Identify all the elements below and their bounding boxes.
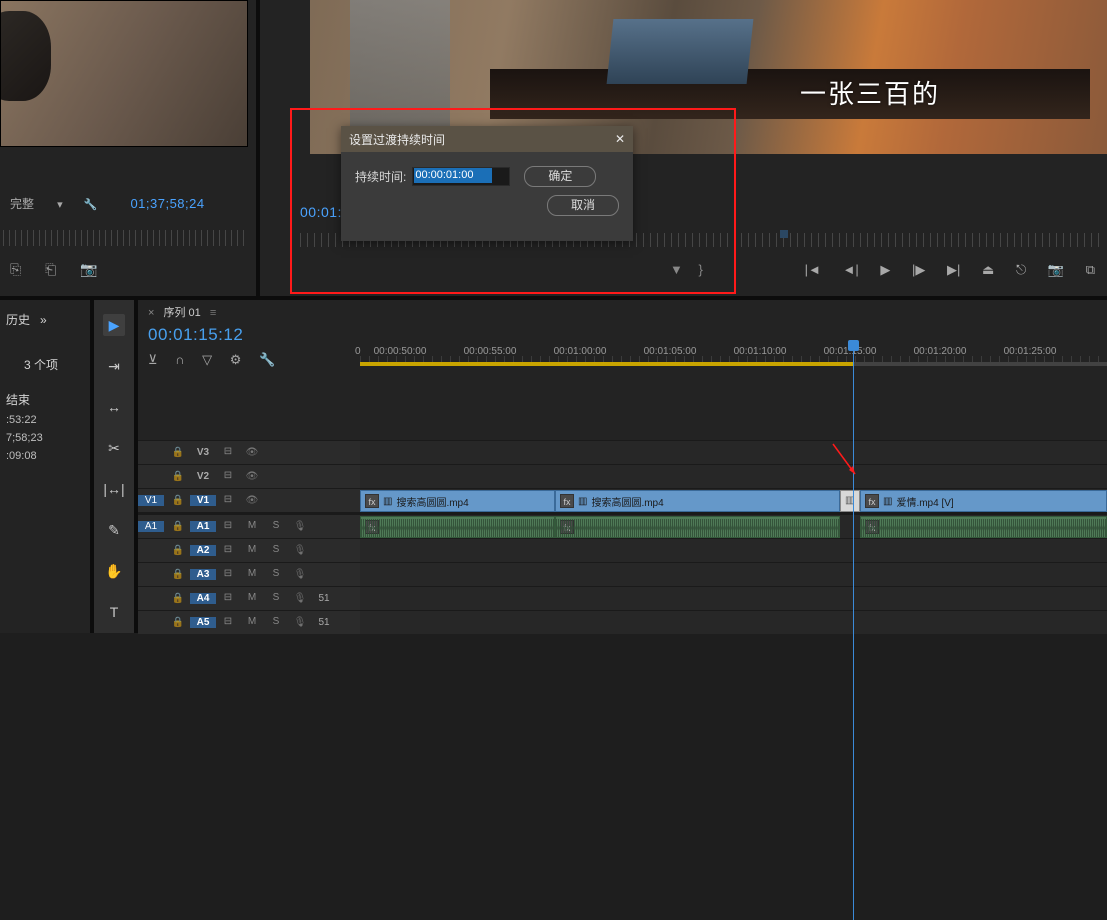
- source-monitor-preview[interactable]: [0, 0, 248, 147]
- fx-badge-icon[interactable]: fx: [865, 494, 879, 508]
- snap-icon[interactable]: ⊻: [148, 352, 158, 367]
- track-header-v3[interactable]: V3⊟: [138, 440, 360, 464]
- razor-tool-icon[interactable]: ✂: [103, 437, 125, 459]
- cancel-button[interactable]: 取消: [547, 195, 619, 216]
- video-clip[interactable]: fx▥爱情.mp4 [V]: [860, 490, 1107, 512]
- close-sequence-icon[interactable]: ×: [148, 307, 154, 319]
- slip-tool-icon[interactable]: |↔|: [103, 478, 125, 500]
- pen-tool-icon[interactable]: ✎: [103, 519, 125, 541]
- audio-clip[interactable]: fx: [555, 516, 840, 538]
- sequence-tab[interactable]: 序列 01: [164, 307, 201, 319]
- add-marker-icon[interactable]: ▼: [670, 262, 683, 277]
- step-back-icon[interactable]: ◄|: [843, 262, 859, 277]
- sequence-tabbar: × 序列 01 ≡: [138, 300, 1107, 322]
- program-marker-icons: ▼ }: [670, 262, 715, 277]
- go-to-in-icon[interactable]: |◄: [805, 262, 821, 277]
- track-lane-a4: [360, 586, 1107, 610]
- export-frame2-icon[interactable]: 📷: [1048, 262, 1064, 277]
- clips-area[interactable]: fx▥搜索高圆圆.mp4 fx▥搜索高圆圆.mp4 fx▥爱情.mp4 [V] …: [360, 440, 1107, 634]
- track-header-a1[interactable]: A1A1⊟MS: [138, 514, 360, 538]
- track-lane-a5: [360, 610, 1107, 634]
- history-tab[interactable]: 历史 »: [6, 311, 84, 328]
- track-header-v1[interactable]: V1V1⊟: [138, 488, 360, 512]
- wrench2-icon[interactable]: 🔧: [259, 352, 275, 367]
- lift-icon[interactable]: ⏏: [982, 262, 994, 277]
- add-marker2-icon[interactable]: ▽: [202, 352, 212, 367]
- overwrite-icon[interactable]: ⎗: [45, 261, 56, 277]
- track-lane-a2: [360, 538, 1107, 562]
- hand-tool-icon[interactable]: ✋: [103, 560, 125, 582]
- end-column-header[interactable]: 结束: [6, 391, 84, 408]
- track-select-tool-icon[interactable]: ⇥: [103, 355, 125, 377]
- sequence-menu-icon[interactable]: ≡: [210, 307, 216, 319]
- track-header-a3[interactable]: A3⊟MS: [138, 562, 360, 586]
- export-frame-icon[interactable]: 📷: [80, 261, 97, 277]
- video-clip[interactable]: fx▥搜索高圆圆.mp4: [360, 490, 555, 512]
- ok-button[interactable]: 确定: [524, 166, 596, 187]
- fx-badge-icon[interactable]: fx: [560, 494, 574, 508]
- extract-icon[interactable]: ⎋: [1016, 262, 1026, 277]
- source-mini-ruler[interactable]: [3, 230, 248, 246]
- video-clip[interactable]: fx▥搜索高圆圆.mp4: [555, 490, 840, 512]
- mark-out-bracket-icon[interactable]: }: [699, 262, 703, 277]
- type-tool-icon[interactable]: T: [103, 601, 125, 623]
- dialog-close-button[interactable]: ✕: [615, 132, 625, 146]
- dialog-title: 设置过渡持续时间: [349, 131, 445, 148]
- step-forward-icon[interactable]: |▶: [912, 262, 925, 277]
- track-lane-v2: [360, 464, 1107, 488]
- timeline-tools: ▶ ⇥ ↔ ✂ |↔| ✎ ✋ T: [94, 300, 134, 633]
- duration-input[interactable]: [412, 167, 510, 186]
- wrench-icon[interactable]: 🔧: [84, 199, 98, 211]
- timeline-panel: × 序列 01 ≡ 00:01:15:12 ⊻ ∩ ▽ ⚙ 🔧 0 00:00:…: [138, 300, 1107, 633]
- timeline-settings-icon[interactable]: ⚙: [230, 352, 242, 367]
- list-item[interactable]: :53:22: [6, 414, 84, 426]
- set-transition-duration-dialog: 设置过渡持续时间 ✕ 持续时间: 00:00:01:00 确定 取消: [341, 126, 633, 241]
- track-lane-a1: fx fx fx: [360, 514, 1107, 538]
- program-playhead-marker[interactable]: [780, 230, 788, 238]
- duration-label: 持续时间:: [355, 168, 406, 185]
- list-item[interactable]: 7;58;23: [6, 432, 84, 444]
- time-ruler[interactable]: 0 00:00:50:00 00:00:55:00 00:01:00:00 00…: [360, 342, 1107, 366]
- comparison-view-icon[interactable]: ⧉: [1086, 262, 1095, 277]
- track-lane-v3: [360, 440, 1107, 464]
- fx-badge-icon[interactable]: fx: [365, 494, 379, 508]
- history-panel: 历史 » 3 个项 结束 :53:22 7;58;23 :09:08: [0, 300, 90, 633]
- dialog-titlebar[interactable]: 设置过渡持续时间 ✕: [341, 126, 633, 152]
- go-to-out-icon[interactable]: ▶|: [947, 262, 960, 277]
- source-resolution-dropdown[interactable]: 完整: [10, 197, 34, 211]
- track-headers: V3⊟ V2⊟ V1V1⊟ A1A1⊟MS A2⊟MS A3⊟MS A4⊟MS5…: [138, 440, 360, 634]
- track-header-v2[interactable]: V2⊟: [138, 464, 360, 488]
- program-subtitle-text: 一张三百的: [800, 74, 940, 111]
- track-header-a5[interactable]: A5⊟MS51: [138, 610, 360, 634]
- program-timecode[interactable]: 00:01:: [300, 204, 342, 220]
- source-out-timecode[interactable]: 01;37;58;24: [130, 196, 204, 211]
- track-lane-a3: [360, 562, 1107, 586]
- audio-clip[interactable]: fx: [360, 516, 555, 538]
- project-item-count: 3 个项: [24, 356, 84, 373]
- monitor-splitter[interactable]: [256, 0, 260, 296]
- selection-tool-icon[interactable]: ▶: [103, 314, 125, 336]
- track-lane-v1: fx▥搜索高圆圆.mp4 fx▥搜索高圆圆.mp4 fx▥爱情.mp4 [V]: [360, 488, 1107, 512]
- track-header-a4[interactable]: A4⊟MS51: [138, 586, 360, 610]
- list-item[interactable]: :09:08: [6, 450, 84, 462]
- insert-icon[interactable]: ⎘: [10, 261, 21, 277]
- audio-clip[interactable]: fx: [860, 516, 1107, 538]
- timeline-playhead[interactable]: [853, 340, 854, 920]
- play-icon[interactable]: ▶: [880, 262, 890, 277]
- video-transition[interactable]: [840, 490, 860, 512]
- source-monitor-controls: 完整 ▾ 🔧 01;37;58;24: [10, 195, 240, 235]
- ripple-edit-tool-icon[interactable]: ↔: [103, 396, 125, 418]
- linked-selection-icon[interactable]: ∩: [175, 352, 184, 367]
- track-header-a2[interactable]: A2⊟MS: [138, 538, 360, 562]
- program-transport-controls: |◄ ◄| ▶ |▶ ▶| ⏏ ⎋ 📷 ⧉: [787, 262, 1095, 278]
- source-bottom-icons: ⎘ ⎗ 📷: [10, 261, 118, 278]
